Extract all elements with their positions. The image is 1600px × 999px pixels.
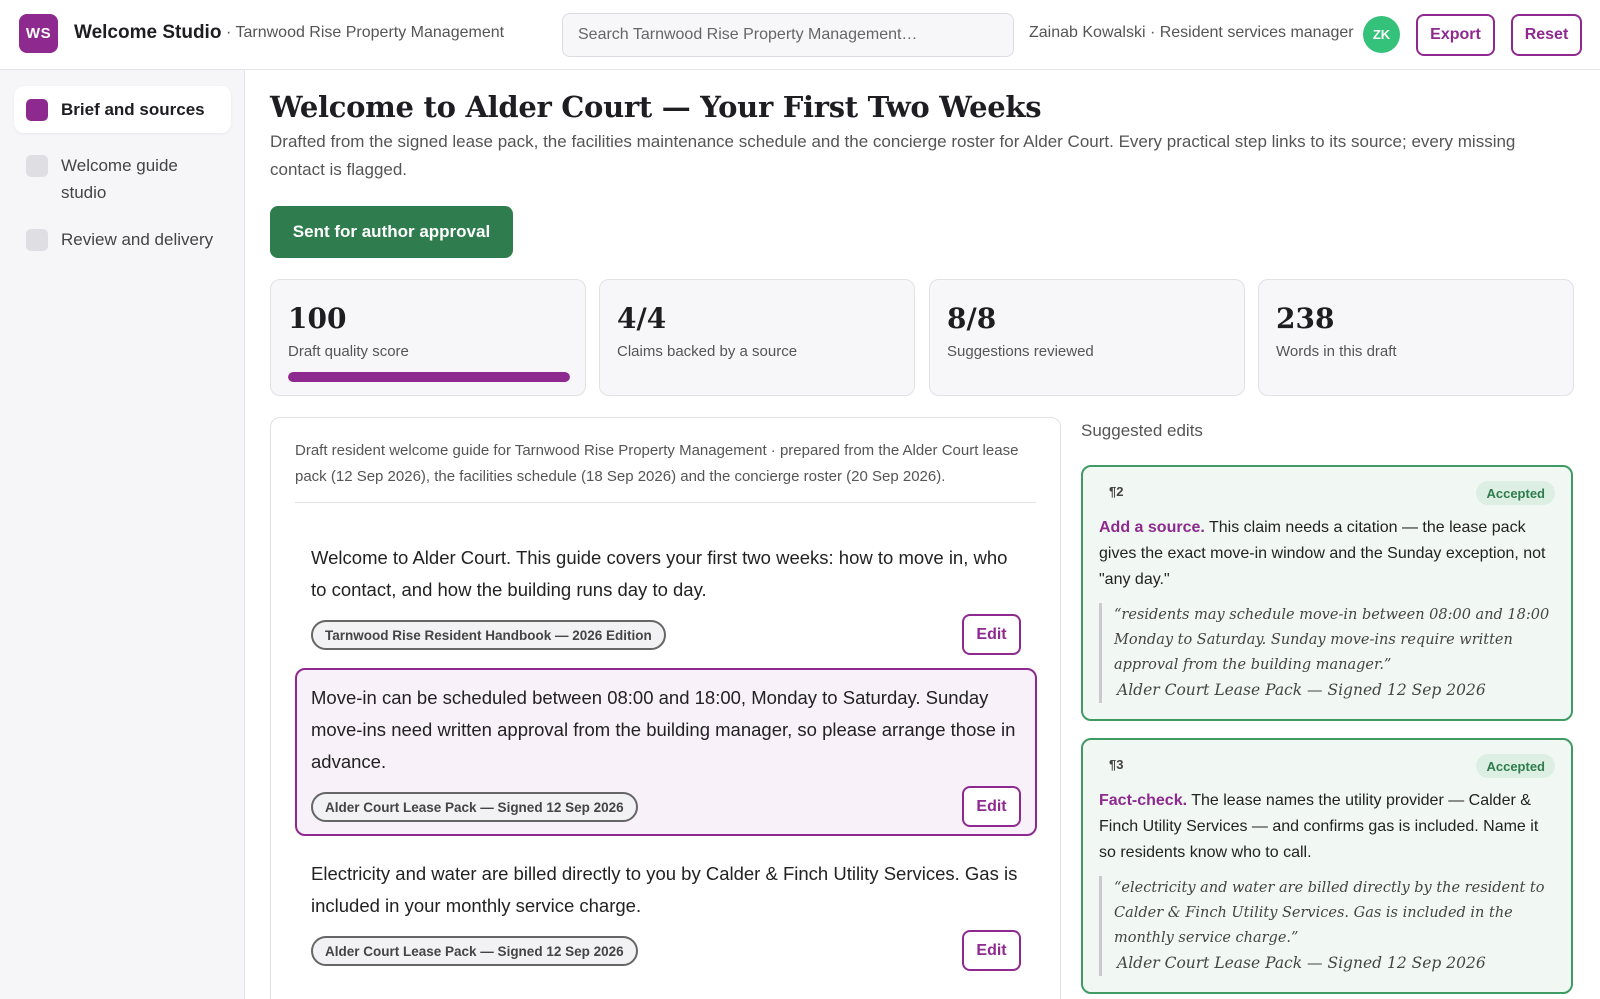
reset-button[interactable]: Reset [1511, 14, 1582, 56]
page-title: Welcome to Alder Court — Your First Two … [270, 90, 1042, 124]
top-bar: WS Welcome Studio · Tarnwood Rise Proper… [0, 0, 1600, 70]
draft-panel: Draft resident welcome guide for Tarnwoo… [270, 417, 1061, 999]
suggestion-kind: Add a source. [1099, 519, 1205, 536]
author-approval-status-button[interactable]: Sent for author approval [270, 206, 513, 258]
quality-progress-bar [288, 372, 570, 382]
app-logo: WS [19, 14, 58, 53]
paragraph-text: Electricity and water are billed directl… [311, 863, 1018, 916]
suggestion-card[interactable]: ¶3 Accepted Fact-check. The lease names … [1081, 738, 1573, 994]
suggestion-body: Add a source. This claim needs a citatio… [1099, 515, 1555, 593]
suggestions-heading: Suggested edits [1081, 421, 1203, 440]
suggestion-card[interactable]: ¶2 Accepted Add a source. This claim nee… [1081, 465, 1573, 721]
checkbox-icon [26, 155, 48, 177]
paragraph-footer: Alder Court Lease Pack — Signed 12 Sep 2… [311, 922, 1021, 978]
source-chip[interactable]: Alder Court Lease Pack — Signed 12 Sep 2… [311, 792, 638, 822]
draft-paragraph[interactable]: Electricity and water are billed directl… [295, 844, 1037, 980]
app-title: Welcome Studio [74, 22, 222, 43]
checkbox-icon [26, 99, 48, 121]
stat-card-claims-backed: 4/4 Claims backed by a source [599, 279, 915, 396]
draft-paragraph-selected[interactable]: Move-in can be scheduled between 08:00 a… [295, 668, 1037, 836]
edit-button[interactable]: Edit [962, 786, 1021, 827]
page-subtitle: Drafted from the signed lease pack, the … [270, 132, 1516, 179]
stat-label: Draft quality score [288, 343, 409, 360]
sidebar-item-label: Welcome guide studio [61, 156, 178, 202]
edit-button[interactable]: Edit [962, 930, 1021, 971]
stat-label: Suggestions reviewed [947, 343, 1094, 360]
sidebar-item-brief-and-sources[interactable]: Brief and sources [14, 86, 231, 133]
sidebar-item-welcome-guide-studio[interactable]: Welcome guide studio [14, 142, 214, 216]
source-chip[interactable]: Alder Court Lease Pack — Signed 12 Sep 2… [311, 936, 638, 966]
stat-card-quality-score: 100 Draft quality score [270, 279, 586, 396]
stat-value: 8/8 [947, 302, 997, 335]
stat-card-word-count: 238 Words in this draft [1258, 279, 1574, 396]
source-quote: “electricity and water are billed direct… [1099, 876, 1555, 951]
current-user: Zainab Kowalski · Resident services mana… [1029, 24, 1354, 41]
organization-name: · Tarnwood Rise Property Management [226, 24, 505, 41]
sidebar-item-review-and-delivery[interactable]: Review and delivery [14, 216, 231, 263]
stat-value: 4/4 [617, 302, 667, 335]
suggestion-kind: Fact-check. [1099, 792, 1188, 809]
suggestion-header: ¶3 Accepted [1099, 754, 1555, 780]
quote-source: Alder Court Lease Pack — Signed 12 Sep 2… [1099, 951, 1555, 976]
quote-source: Alder Court Lease Pack — Signed 12 Sep 2… [1099, 678, 1555, 703]
quality-progress-fill [288, 372, 570, 382]
source-chip[interactable]: Tarnwood Rise Resident Handbook — 2026 E… [311, 620, 666, 650]
checkbox-icon [26, 229, 48, 251]
search-input[interactable] [562, 13, 1014, 57]
suggestion-body: Fact-check. The lease names the utility … [1099, 788, 1555, 866]
source-quote: “residents may schedule move-in between … [1099, 603, 1555, 678]
sidebar-item-label: Brief and sources [61, 100, 205, 119]
draft-note: Draft resident welcome guide for Tarnwoo… [295, 442, 1019, 485]
draft-paragraph[interactable]: Welcome to Alder Court. This guide cover… [295, 528, 1037, 664]
export-button[interactable]: Export [1416, 14, 1495, 56]
stat-card-suggestions-reviewed: 8/8 Suggestions reviewed [929, 279, 1245, 396]
paragraph-reference: ¶3 [1109, 757, 1124, 772]
edit-button[interactable]: Edit [962, 614, 1021, 655]
stat-label: Words in this draft [1276, 343, 1397, 360]
paragraph-footer: Alder Court Lease Pack — Signed 12 Sep 2… [311, 778, 1021, 834]
avatar[interactable]: ZK [1363, 16, 1400, 53]
stat-value: 100 [288, 302, 347, 335]
paragraph-text: Move-in can be scheduled between 08:00 a… [311, 687, 1016, 772]
sidebar-item-label: Review and delivery [61, 230, 214, 249]
status-badge: Accepted [1476, 481, 1555, 505]
paragraph-text: Welcome to Alder Court. This guide cover… [311, 547, 1008, 600]
paragraph-footer: Tarnwood Rise Resident Handbook — 2026 E… [311, 606, 1021, 662]
paragraph-reference: ¶2 [1109, 484, 1124, 499]
sidebar: Brief and sources Welcome guide studio R… [0, 70, 245, 999]
divider [295, 502, 1036, 503]
suggestion-header: ¶2 Accepted [1099, 481, 1555, 507]
status-badge: Accepted [1476, 754, 1555, 778]
stat-value: 238 [1276, 302, 1335, 335]
stat-label: Claims backed by a source [617, 343, 798, 360]
